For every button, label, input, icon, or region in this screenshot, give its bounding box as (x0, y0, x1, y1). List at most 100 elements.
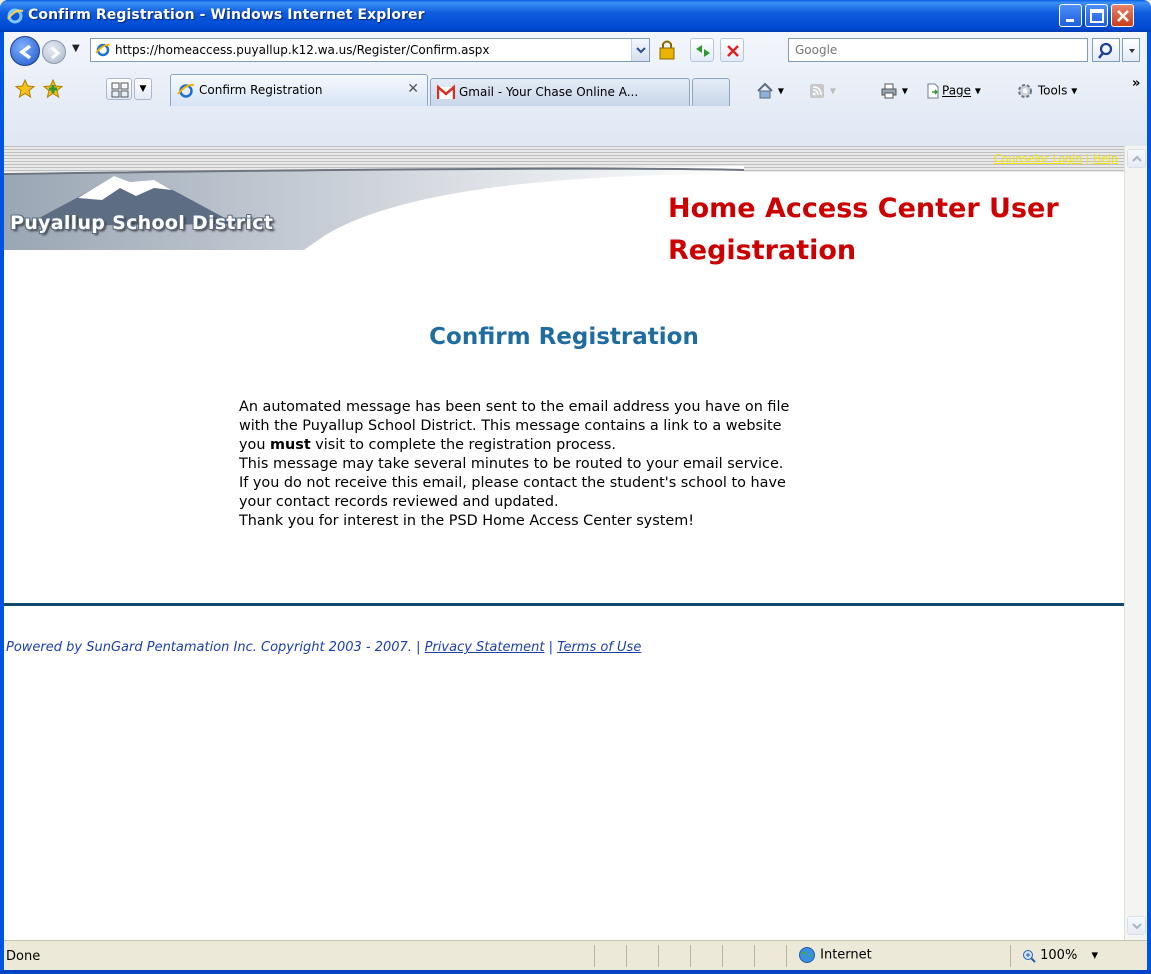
feeds-icon (810, 84, 824, 98)
address-dropdown[interactable] (631, 39, 649, 61)
tools-gear-icon (1018, 84, 1032, 98)
home-icon (757, 82, 773, 99)
chevron-down-icon (636, 47, 646, 54)
top-link-separator: | (1085, 152, 1090, 165)
tab-list-button[interactable]: ▼ (134, 78, 152, 100)
ie-icon (7, 8, 24, 24)
chevron-down-icon (1132, 923, 1142, 930)
add-favorites-icon[interactable] (42, 78, 64, 100)
tab-row: ▼ Confirm Registration ✕ Gmail - Your Ch… (4, 72, 1147, 106)
ie-icon (95, 43, 111, 57)
message-line: An automated message has been sent to th… (239, 399, 790, 415)
footer-separator: | (416, 640, 421, 655)
district-name: Puyallup School District (10, 212, 274, 234)
forward-button[interactable] (42, 40, 66, 64)
maximize-button[interactable] (1085, 4, 1108, 27)
status-divider (690, 945, 691, 967)
print-icon (881, 83, 897, 99)
status-divider (786, 945, 787, 967)
back-button[interactable] (10, 36, 40, 66)
url-text: https://homeaccess.puyallup.k12.wa.us/Re… (115, 43, 490, 57)
window-frame-bottom (0, 970, 1151, 974)
message-line: your contact records reviewed and update… (239, 494, 559, 510)
tools-menu-label: Tools (1037, 83, 1068, 98)
refresh-button[interactable] (690, 38, 714, 62)
chevron-down-icon (1129, 49, 1135, 53)
close-button[interactable] (1111, 4, 1134, 27)
message-text: visit to complete the registration proce… (310, 437, 616, 453)
site-banner: Counselor Login | Help Puyallup School D… (4, 146, 1124, 294)
status-bar: Done Internet 100% ▾ (4, 940, 1147, 970)
new-tab-button[interactable] (692, 78, 730, 106)
footer-separator: | (548, 640, 553, 655)
home-button[interactable]: ▾ (756, 82, 784, 102)
zoom-dropdown[interactable]: ▾ (1091, 948, 1098, 963)
scroll-down-button[interactable] (1127, 916, 1146, 935)
counselor-login-link[interactable]: Counselor Login (994, 152, 1082, 165)
globe-icon (799, 947, 815, 963)
search-input[interactable] (795, 40, 1075, 60)
message-line: you must visit to complete the registrat… (239, 436, 919, 455)
page-menu[interactable]: Page ▾ (924, 82, 981, 102)
print-button[interactable]: ▾ (880, 82, 908, 102)
tab-confirm-registration[interactable]: Confirm Registration ✕ (170, 74, 428, 106)
page-menu-label: Page (942, 83, 972, 98)
app-title: Home Access Center User Registration (668, 193, 1059, 266)
window-title: Confirm Registration - Windows Internet … (28, 7, 425, 23)
security-zone[interactable]: Internet (798, 946, 872, 964)
security-lock-button[interactable] (654, 38, 680, 62)
status-divider (594, 945, 595, 967)
footer-copyright: Powered by SunGard Pentamation Inc. Copy… (6, 640, 412, 655)
zoom-icon (1023, 949, 1036, 963)
minimize-icon (1066, 19, 1074, 22)
zoom-level[interactable]: 100% ▾ (1022, 948, 1098, 963)
tools-menu[interactable]: Tools ▾ (1016, 82, 1077, 102)
status-divider (722, 945, 723, 967)
maximize-icon (1090, 9, 1104, 23)
status-divider (1010, 945, 1011, 967)
chevron-up-icon (1132, 155, 1142, 162)
privacy-statement-link[interactable]: Privacy Statement (425, 640, 545, 655)
tab-gmail[interactable]: Gmail - Your Chase Online A... (430, 78, 690, 106)
help-link[interactable]: Help (1093, 152, 1118, 165)
feeds-button[interactable]: ▾ (808, 82, 836, 102)
page-content: Counselor Login | Help Puyallup School D… (4, 146, 1124, 940)
quick-tabs-icon (111, 82, 129, 98)
tab-label: Confirm Registration (199, 83, 323, 97)
more-commands-button[interactable]: » (1132, 76, 1140, 91)
browser-window: Confirm Registration - Windows Internet … (0, 0, 1151, 974)
message-text: you (239, 437, 271, 453)
search-button[interactable] (1092, 38, 1120, 62)
message-line: This message may take several minutes to… (239, 456, 784, 472)
lock-icon (659, 40, 675, 60)
ie-icon (177, 83, 195, 98)
close-icon (1117, 10, 1129, 22)
tab-label: Gmail - Your Chase Online A... (459, 85, 639, 99)
minimize-button[interactable] (1059, 4, 1082, 27)
page-icon (927, 83, 939, 99)
page-title: Confirm Registration (429, 324, 699, 350)
zone-label: Internet (820, 947, 872, 963)
recent-pages-dropdown[interactable]: ▼ (72, 43, 82, 55)
search-options-dropdown[interactable] (1122, 38, 1140, 62)
search-icon (1098, 42, 1113, 59)
status-divider (658, 945, 659, 967)
message-emphasis: must (270, 437, 311, 453)
message-line: Thank you for interest in the PSD Home A… (239, 513, 694, 529)
address-bar[interactable]: https://homeaccess.puyallup.k12.wa.us/Re… (90, 38, 650, 62)
terms-of-use-link[interactable]: Terms of Use (557, 640, 641, 655)
page-footer: Powered by SunGard Pentamation Inc. Copy… (6, 640, 641, 655)
search-box[interactable] (788, 38, 1088, 62)
top-links: Counselor Login | Help (994, 152, 1118, 165)
scroll-up-button[interactable] (1127, 149, 1146, 168)
status-divider (754, 945, 755, 967)
vertical-scrollbar[interactable] (1124, 146, 1147, 940)
close-tab-icon[interactable]: ✕ (407, 81, 419, 97)
status-text: Done (6, 949, 41, 964)
confirmation-message: An automated message has been sent to th… (239, 398, 919, 531)
stop-button[interactable] (720, 38, 744, 62)
quick-tabs-button[interactable] (106, 78, 132, 100)
message-line: with the Puyallup School District. This … (239, 418, 782, 434)
favorites-star-icon[interactable] (14, 78, 36, 100)
address-row: ▼ https://homeaccess.puyallup.k12.wa.us/… (4, 32, 1147, 68)
